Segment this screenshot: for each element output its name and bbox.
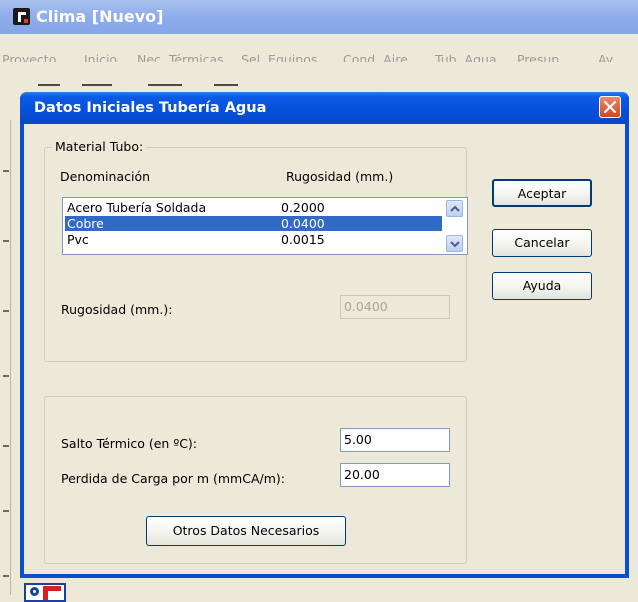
dialog-body: Material Tubo: Denominación Rugosidad (m… xyxy=(24,124,625,574)
list-item[interactable]: Acero Tubería Soldada 0.2000 xyxy=(65,200,442,215)
otros-datos-button[interactable]: Otros Datos Necesarios xyxy=(146,516,346,546)
cancelar-button[interactable]: Cancelar xyxy=(492,229,592,257)
scroll-up-button[interactable] xyxy=(446,200,463,217)
salto-termico-label: Salto Térmico (en ºC): xyxy=(61,436,198,451)
column-header-denominacion: Denominación xyxy=(60,169,151,184)
app-title-bar: Clima [Nuevo] xyxy=(0,0,638,34)
app-icon[interactable] xyxy=(13,8,30,25)
salto-termico-input[interactable]: 5.00 xyxy=(340,428,450,452)
perdida-carga-label: Perdida de Carga por m (mmCA/m): xyxy=(61,471,285,486)
dialog-title-bar: Datos Iniciales Tubería Agua xyxy=(20,92,629,124)
app-title: Clima [Nuevo] xyxy=(36,7,164,26)
app-logo-icon xyxy=(24,583,66,602)
scroll-down-icon xyxy=(450,241,460,248)
perdida-carga-input[interactable]: 20.00 xyxy=(340,463,450,487)
close-icon xyxy=(604,101,616,113)
left-ruler xyxy=(0,120,11,595)
dialog-datos-iniciales: Datos Iniciales Tubería Agua Material Tu… xyxy=(20,92,629,578)
aceptar-button[interactable]: Aceptar xyxy=(492,179,592,207)
list-item[interactable]: Pvc 0.0015 xyxy=(65,232,442,247)
material-listbox[interactable]: Acero Tubería Soldada 0.2000 Cobre 0.040… xyxy=(62,197,468,255)
material-tubo-legend: Material Tubo: xyxy=(52,139,147,154)
dialog-title: Datos Iniciales Tubería Agua xyxy=(34,100,267,116)
scroll-down-button[interactable] xyxy=(446,235,463,252)
rugosidad-label: Rugosidad (mm.): xyxy=(61,302,173,317)
close-button[interactable] xyxy=(599,96,621,118)
scroll-up-icon xyxy=(450,205,460,212)
ayuda-button[interactable]: Ayuda xyxy=(492,272,592,300)
rugosidad-field: 0.0400 xyxy=(340,295,450,319)
column-header-rugosidad: Rugosidad (mm.) xyxy=(286,169,394,184)
list-item-selected[interactable]: Cobre 0.0400 xyxy=(65,216,442,231)
